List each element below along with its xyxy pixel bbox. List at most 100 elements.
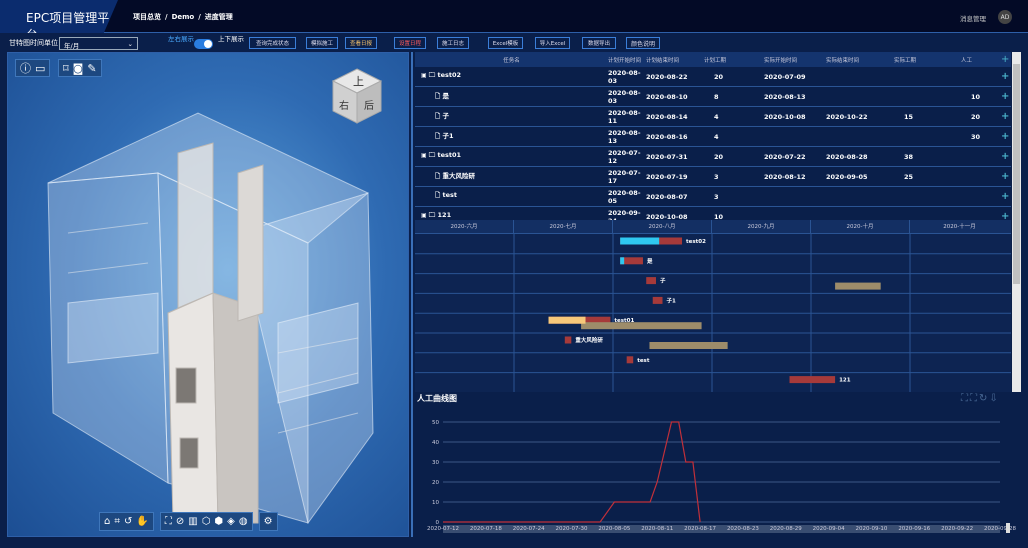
scroll-thumb[interactable] bbox=[1013, 64, 1020, 284]
task-name: 是 bbox=[442, 92, 450, 100]
gantt-actual-bar[interactable] bbox=[581, 322, 702, 330]
labor-line-chart: 010203040502020-07-12 2020-07-18 2020-07-2… bbox=[427, 420, 1016, 533]
actual-start-cell: 2020-08-12 bbox=[764, 172, 806, 181]
daily-report-button[interactable]: 查看日报 bbox=[345, 37, 377, 49]
x-tick-label: 2020-08-11 bbox=[641, 526, 673, 532]
add-subtask-icon[interactable]: + bbox=[1001, 71, 1009, 82]
excel-template-button[interactable]: Excel模板 bbox=[488, 37, 523, 49]
plan-end-cell: 2020-08-22 bbox=[646, 72, 688, 81]
gantt-actual-bar[interactable] bbox=[835, 282, 881, 290]
avatar[interactable]: AD bbox=[998, 10, 1012, 24]
gantt-plan-bar[interactable] bbox=[626, 356, 634, 364]
pen-icon[interactable]: ✎ bbox=[87, 62, 96, 75]
orbit-icon[interactable]: ↺ bbox=[124, 516, 132, 527]
col-header-plan-start: 计划开始时间 bbox=[608, 57, 642, 64]
table-row[interactable]: 🗋 test 2020-08-05 2020-08-07 3 + bbox=[415, 187, 1011, 207]
import-excel-button[interactable]: 导入Excel bbox=[535, 37, 570, 49]
set-schedule-button[interactable]: 设置日程 bbox=[394, 37, 426, 49]
info-icon[interactable]: ⓘ bbox=[20, 60, 31, 76]
hide-icon[interactable]: ⊘ bbox=[176, 516, 184, 527]
add-subtask-icon[interactable]: + bbox=[1001, 131, 1009, 142]
layout-up-down-option[interactable]: 上下展示 bbox=[218, 33, 244, 43]
gantt-chart[interactable]: 2020-六月 2020-七月 2020-八月 2020-九月 2020-十月 … bbox=[415, 220, 1011, 392]
table-row[interactable]: 🗋 是 2020-08-03 2020-08-10 8 2020-08-13 10 + bbox=[415, 87, 1011, 107]
gantt-actual-bar[interactable] bbox=[649, 342, 728, 349]
layout-left-right-option[interactable]: 左右展示 bbox=[168, 33, 194, 43]
gantt-plan-bar[interactable] bbox=[789, 376, 836, 384]
fit-icon[interactable]: ⌗ bbox=[114, 516, 120, 527]
layers-icon[interactable]: ▥ bbox=[188, 516, 197, 527]
cube-face-right[interactable]: 后 bbox=[364, 100, 374, 112]
pan-icon[interactable]: ✋ bbox=[136, 516, 148, 527]
camera-icon[interactable]: ◙ bbox=[73, 62, 84, 75]
breadcrumb-item-overview[interactable]: 项目总览 bbox=[133, 13, 161, 21]
plan-end-cell: 2020-08-14 bbox=[646, 112, 688, 121]
table-row[interactable]: ▣ 🗀 test01 2020-07-12 2020-07-31 20 2020-07-… bbox=[415, 147, 1011, 167]
render-icon[interactable]: ◍ bbox=[239, 516, 248, 527]
simulate-build-button[interactable]: 模拟施工 bbox=[306, 37, 338, 49]
gantt-month: 2020-十一月 bbox=[943, 224, 976, 230]
cube-face-left[interactable]: 右 bbox=[339, 99, 349, 112]
add-subtask-icon[interactable]: + bbox=[1001, 211, 1009, 220]
bim-viewer[interactable]: ⓘ ▭ ⌑ ◙ ✎ 上 右 后 ⌂ ⌗ ↺ ✋ ⛶ ⊘ ▥ ⬡ ⬢ ◈ ◍ ⚙ bbox=[7, 52, 409, 537]
table-row[interactable]: 🗋 重大风险研 2020-07-17 2020-07-19 3 2020-08-12 20… bbox=[415, 167, 1011, 187]
gantt-unit-select[interactable]: 年/月 ⌄ bbox=[59, 37, 138, 50]
add-subtask-icon[interactable]: + bbox=[1001, 111, 1009, 122]
actual-end-cell: 2020-10-22 bbox=[826, 112, 868, 121]
actual-end-cell: 2020-09-05 bbox=[826, 172, 868, 181]
explode-icon[interactable]: ⬢ bbox=[214, 516, 223, 527]
actual-duration-cell: 15 bbox=[904, 112, 914, 121]
add-subtask-icon[interactable]: + bbox=[1001, 171, 1009, 182]
task-name: 子1 bbox=[442, 132, 454, 140]
gantt-bar-label: 121 bbox=[839, 378, 851, 384]
bookmark-icon[interactable]: ⌑ bbox=[63, 62, 69, 75]
gantt-unit-label: 甘特图时间单位 bbox=[9, 39, 58, 47]
breadcrumb-item-demo[interactable]: Demo bbox=[172, 13, 195, 21]
collapse-toggle-icon[interactable]: ▣ bbox=[421, 152, 429, 159]
gantt-plan-bar[interactable] bbox=[564, 336, 572, 344]
task-name: 121 bbox=[437, 211, 452, 219]
x-tick-label: 2020-08-23 bbox=[727, 526, 759, 532]
table-row[interactable]: 🗋 子 2020-08-11 2020-08-14 4 2020-10-08 2020-1… bbox=[415, 107, 1011, 127]
building-model[interactable] bbox=[8, 53, 409, 537]
query-status-button[interactable]: 查询完成状态 bbox=[249, 37, 296, 49]
section-icon[interactable]: ⛶ bbox=[165, 516, 172, 527]
table-row[interactable]: 🗋 子1 2020-08-13 2020-08-16 4 30 + bbox=[415, 127, 1011, 147]
home-icon[interactable]: ⌂ bbox=[104, 516, 110, 527]
plan-duration-cell: 4 bbox=[714, 132, 719, 141]
gantt-bars[interactable]: test02 是子子1 test01 重大风险研 test 121 bbox=[415, 234, 1011, 392]
add-subtask-icon[interactable]: + bbox=[1001, 91, 1009, 102]
plan-start-cell: 2020-08-13 bbox=[608, 128, 641, 145]
labor-cell: 20 bbox=[971, 112, 981, 121]
x-tick-label: 2020-09-04 bbox=[813, 526, 845, 532]
add-task-icon[interactable]: + bbox=[1001, 54, 1009, 65]
gantt-plan-bar[interactable] bbox=[646, 277, 656, 285]
layout-toggle[interactable] bbox=[194, 39, 213, 49]
gantt-plan-bar[interactable] bbox=[652, 296, 663, 304]
add-subtask-icon[interactable]: + bbox=[1001, 151, 1009, 162]
cube-icon[interactable]: ◈ bbox=[227, 516, 235, 527]
cube-face-top[interactable]: 上 bbox=[353, 75, 364, 88]
table-row[interactable]: ▣ 🗀 1212020-09-242020-10-0810+ bbox=[415, 207, 1011, 221]
plan-duration-cell: 3 bbox=[714, 172, 719, 181]
x-tick-label: 2020-08-17 bbox=[684, 526, 716, 532]
plan-start-cell: 2020-08-11 bbox=[608, 108, 641, 125]
collapse-toggle-icon[interactable]: ▣ bbox=[421, 212, 429, 219]
ruler-icon[interactable]: ▭ bbox=[35, 62, 45, 75]
export-data-button[interactable]: 数据导出 bbox=[582, 37, 616, 49]
vertical-scrollbar[interactable] bbox=[1012, 52, 1021, 392]
color-legend-button[interactable]: 颜色说明 bbox=[626, 37, 660, 49]
plan-end-cell: 2020-08-07 bbox=[646, 192, 688, 201]
table-row[interactable]: ▣ 🗀 test02 2020-08-03 2020-08-22 20 2020-07-… bbox=[415, 67, 1011, 87]
gear-icon[interactable]: ⚙ bbox=[264, 516, 273, 527]
task-table: 任务名 计划开始时间 计划结束时间 计划工期 实际开始时间 实际结束时间 实际工… bbox=[415, 52, 1011, 220]
actual-end-cell: 2020-08-28 bbox=[826, 152, 868, 161]
zoom-slider-handle[interactable] bbox=[1006, 523, 1010, 533]
construction-log-button[interactable]: 施工日志 bbox=[437, 37, 469, 49]
task-name-cell: ▣ 🗀 test01 bbox=[415, 151, 608, 162]
box-icon[interactable]: ⬡ bbox=[202, 516, 211, 527]
add-subtask-icon[interactable]: + bbox=[1001, 191, 1009, 202]
view-cube[interactable]: 上 右 后 bbox=[331, 67, 383, 125]
collapse-toggle-icon[interactable]: ▣ bbox=[421, 72, 429, 79]
message-link[interactable]: 消息管理 bbox=[960, 13, 986, 23]
